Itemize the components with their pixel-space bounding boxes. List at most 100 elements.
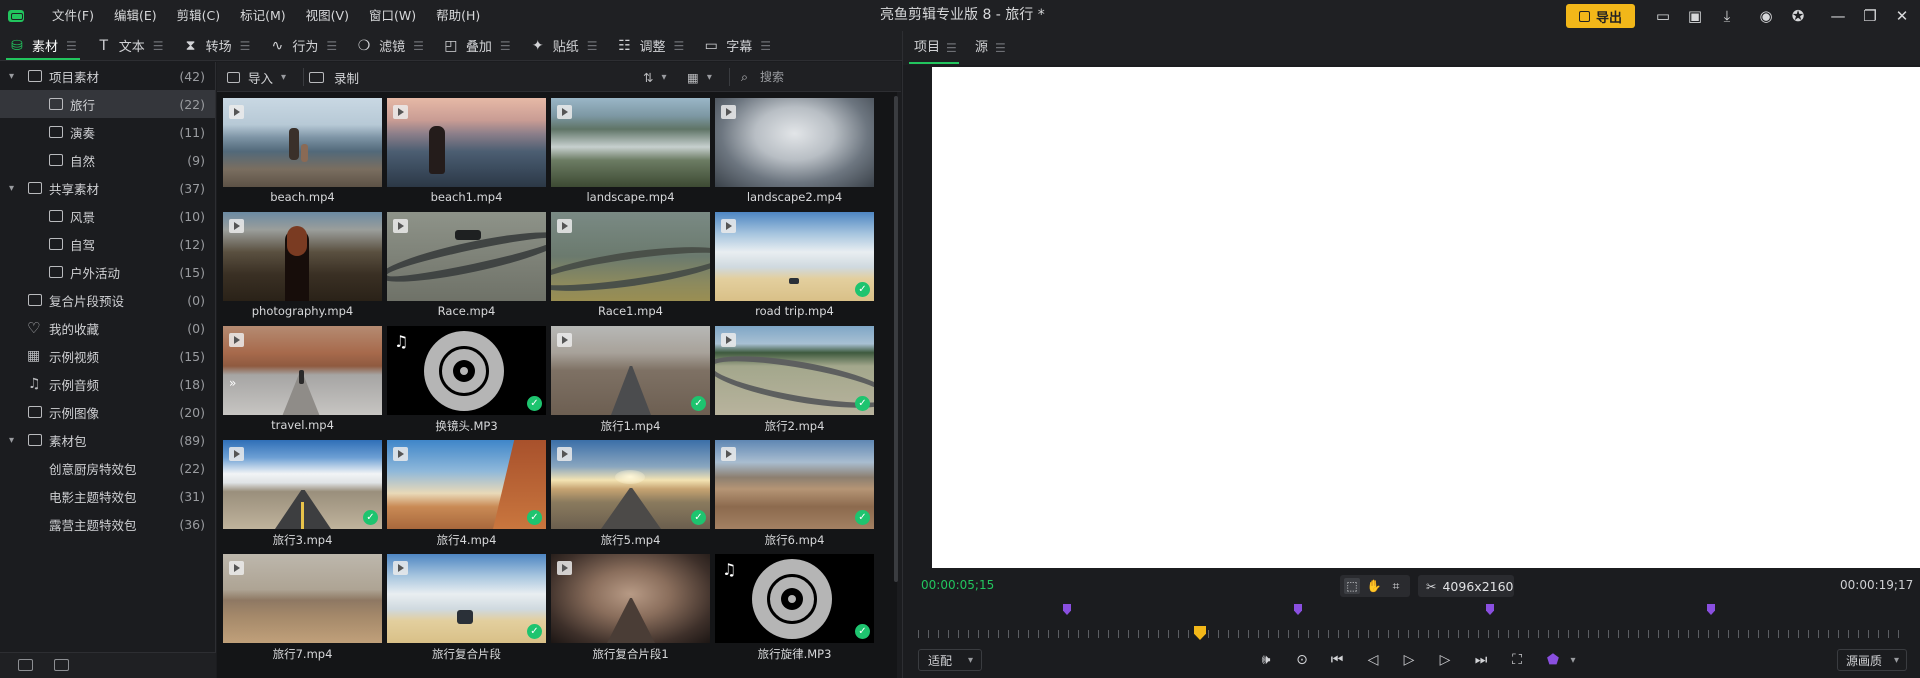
tab-menu-icon[interactable]: ☰ bbox=[995, 31, 1006, 65]
tab-adjust[interactable]: ☷ 调整 ☰ bbox=[607, 31, 694, 61]
tab-stickers[interactable]: ✦ 贴纸 ☰ bbox=[521, 31, 608, 61]
notification-icon[interactable]: ✪ bbox=[1789, 7, 1807, 25]
media-card[interactable]: photography.mp4 bbox=[223, 212, 382, 326]
menu-view[interactable]: 视图(V) bbox=[296, 0, 359, 31]
tab-transitions[interactable]: ⧗ 转场 ☰ bbox=[174, 31, 261, 61]
layout-icon[interactable]: ▭ bbox=[1654, 7, 1672, 25]
media-card[interactable]: ✓ 旅行3.mp4 bbox=[223, 440, 382, 554]
media-card[interactable]: beach1.mp4 bbox=[387, 98, 546, 212]
tab-project[interactable]: 项目 bbox=[914, 31, 940, 65]
tab-text[interactable]: T 文本 ☰ bbox=[87, 31, 174, 61]
sidebar-item-movie-pack[interactable]: 电影主题特效包 (31) bbox=[0, 482, 215, 510]
tab-overlays[interactable]: ◰ 叠加 ☰ bbox=[434, 31, 521, 61]
step-back-icon[interactable]: ◁ bbox=[1363, 650, 1383, 670]
media-card[interactable]: ✓ 旅行复合片段 bbox=[387, 554, 546, 668]
tab-source[interactable]: 源 bbox=[975, 31, 988, 65]
search-input[interactable] bbox=[760, 67, 892, 87]
sidebar-item-outdoor[interactable]: 户外活动 (15) bbox=[0, 258, 215, 286]
fit-select[interactable]: 适配 ▾ bbox=[918, 649, 982, 671]
media-card[interactable]: beach.mp4 bbox=[223, 98, 382, 212]
tab-menu-icon[interactable]: ☰ bbox=[946, 31, 957, 65]
open-folder-icon[interactable] bbox=[54, 659, 69, 671]
media-scrollbar[interactable] bbox=[894, 96, 898, 582]
chevron-down-icon[interactable]: ▾ bbox=[9, 435, 19, 446]
sidebar-item-sample-video[interactable]: ▦ 示例视频 (15) bbox=[0, 342, 215, 370]
chevron-down-icon[interactable]: ▾ bbox=[9, 71, 19, 82]
step-forward-icon[interactable]: ▷ bbox=[1435, 650, 1455, 670]
menu-edit[interactable]: 编辑(E) bbox=[104, 0, 167, 31]
sort-button[interactable]: ⇅ ▾ bbox=[643, 62, 667, 92]
select-tool-icon[interactable]: ⬚ bbox=[1344, 578, 1360, 594]
record-button[interactable]: 录制 bbox=[309, 62, 359, 92]
sidebar-item-road-trip[interactable]: 自驾 (12) bbox=[0, 230, 215, 258]
tab-menu-icon[interactable]: ☰ bbox=[413, 39, 424, 53]
media-card[interactable]: » travel.mp4 bbox=[223, 326, 382, 440]
media-card[interactable]: ♫ ✓ 旅行旋律.MP3 bbox=[715, 554, 874, 668]
media-card[interactable]: ✓ 旅行2.mp4 bbox=[715, 326, 874, 440]
tab-menu-icon[interactable]: ☰ bbox=[760, 39, 771, 53]
sidebar-item-travel[interactable]: 旅行 (22) bbox=[0, 90, 215, 118]
tab-menu-icon[interactable]: ☰ bbox=[153, 39, 164, 53]
menu-file[interactable]: 文件(F) bbox=[42, 0, 104, 31]
import-button[interactable]: 导入 ▾ bbox=[227, 62, 286, 92]
tab-media[interactable]: ⛁ 素材 ☰ bbox=[0, 31, 87, 61]
download-icon[interactable]: ⤓ bbox=[1718, 7, 1736, 25]
skip-forward-icon[interactable]: ⏭ bbox=[1471, 650, 1491, 670]
menu-marker[interactable]: 标记(M) bbox=[230, 0, 296, 31]
media-card[interactable]: ✓ 旅行1.mp4 bbox=[551, 326, 710, 440]
chevron-down-icon[interactable]: ▾ bbox=[1563, 650, 1583, 670]
sidebar-item-kitchen-pack[interactable]: 创意厨房特效包 (22) bbox=[0, 454, 215, 482]
sidebar-item-project-media[interactable]: ▾ 项目素材 (42) bbox=[0, 62, 215, 90]
sidebar-item-asset-packs[interactable]: ▾ 素材包 (89) bbox=[0, 426, 215, 454]
sidebar-item-sample-audio[interactable]: ♫ 示例音频 (18) bbox=[0, 370, 215, 398]
fullscreen-icon[interactable]: ⛶ bbox=[1507, 650, 1527, 670]
media-card[interactable]: ✓ 旅行5.mp4 bbox=[551, 440, 710, 554]
export-button[interactable]: 导出 bbox=[1566, 4, 1635, 28]
account-icon[interactable]: ◉ bbox=[1757, 7, 1775, 25]
save-icon[interactable]: ▣ bbox=[1686, 7, 1704, 25]
sidebar-item-performance[interactable]: 演奏 (11) bbox=[0, 118, 215, 146]
snapshot-icon[interactable]: ⊙ bbox=[1292, 650, 1312, 670]
media-card[interactable]: landscape.mp4 bbox=[551, 98, 710, 212]
tab-menu-icon[interactable]: ☰ bbox=[587, 39, 598, 53]
quality-select[interactable]: 源画质 ▾ bbox=[1837, 649, 1907, 671]
menu-help[interactable]: 帮助(H) bbox=[426, 0, 490, 31]
close-icon[interactable]: ✕ bbox=[1893, 7, 1911, 25]
resolution-button[interactable]: ✂ 4096x2160 bbox=[1418, 575, 1514, 597]
new-folder-icon[interactable] bbox=[18, 659, 33, 671]
crop-tool-icon[interactable]: ⌗ bbox=[1388, 578, 1404, 594]
sidebar-item-shared-media[interactable]: ▾ 共享素材 (37) bbox=[0, 174, 215, 202]
hand-tool-icon[interactable]: ✋ bbox=[1366, 578, 1382, 594]
media-card[interactable]: ♫ ✓ 换镜头.MP3 bbox=[387, 326, 546, 440]
skip-back-icon[interactable]: ⏮ bbox=[1327, 650, 1347, 670]
sidebar-item-scenery[interactable]: 风景 (10) bbox=[0, 202, 215, 230]
menu-window[interactable]: 窗口(W) bbox=[359, 0, 426, 31]
sidebar-item-sample-images[interactable]: 示例图像 (20) bbox=[0, 398, 215, 426]
media-card[interactable]: landscape2.mp4 bbox=[715, 98, 874, 212]
media-card[interactable]: ✓ road trip.mp4 bbox=[715, 212, 874, 326]
tab-menu-icon[interactable]: ☰ bbox=[66, 39, 77, 53]
tab-behaviors[interactable]: ∿ 行为 ☰ bbox=[260, 31, 347, 61]
media-card[interactable]: ✓ 旅行6.mp4 bbox=[715, 440, 874, 554]
preview-canvas[interactable] bbox=[932, 67, 1920, 568]
view-mode-button[interactable]: ▦ ▾ bbox=[687, 62, 712, 92]
sidebar-item-favorites[interactable]: ♡ 我的收藏 (0) bbox=[0, 314, 215, 342]
restore-icon[interactable]: ❐ bbox=[1861, 7, 1879, 25]
media-card[interactable]: 旅行7.mp4 bbox=[223, 554, 382, 668]
sidebar-item-camping-pack[interactable]: 露营主题特效包 (36) bbox=[0, 510, 215, 538]
chevron-down-icon[interactable]: ▾ bbox=[9, 183, 19, 194]
tab-menu-icon[interactable]: ☰ bbox=[673, 39, 684, 53]
tab-filters[interactable]: ❍ 滤镜 ☰ bbox=[347, 31, 434, 61]
media-card[interactable]: ✓ 旅行4.mp4 bbox=[387, 440, 546, 554]
play-icon[interactable]: ▷ bbox=[1399, 650, 1419, 670]
menu-clip[interactable]: 剪辑(C) bbox=[167, 0, 230, 31]
tab-captions[interactable]: ▭ 字幕 ☰ bbox=[694, 31, 781, 61]
tab-menu-icon[interactable]: ☰ bbox=[240, 39, 251, 53]
minimize-icon[interactable]: — bbox=[1829, 7, 1847, 25]
media-card[interactable]: Race1.mp4 bbox=[551, 212, 710, 326]
add-marker-icon[interactable]: ⬟ bbox=[1543, 650, 1563, 670]
volume-icon[interactable]: 🕪 bbox=[1256, 650, 1276, 670]
tab-menu-icon[interactable]: ☰ bbox=[326, 39, 337, 53]
chevron-down-icon[interactable]: ▾ bbox=[281, 72, 286, 83]
media-card[interactable]: 旅行复合片段1 bbox=[551, 554, 710, 668]
